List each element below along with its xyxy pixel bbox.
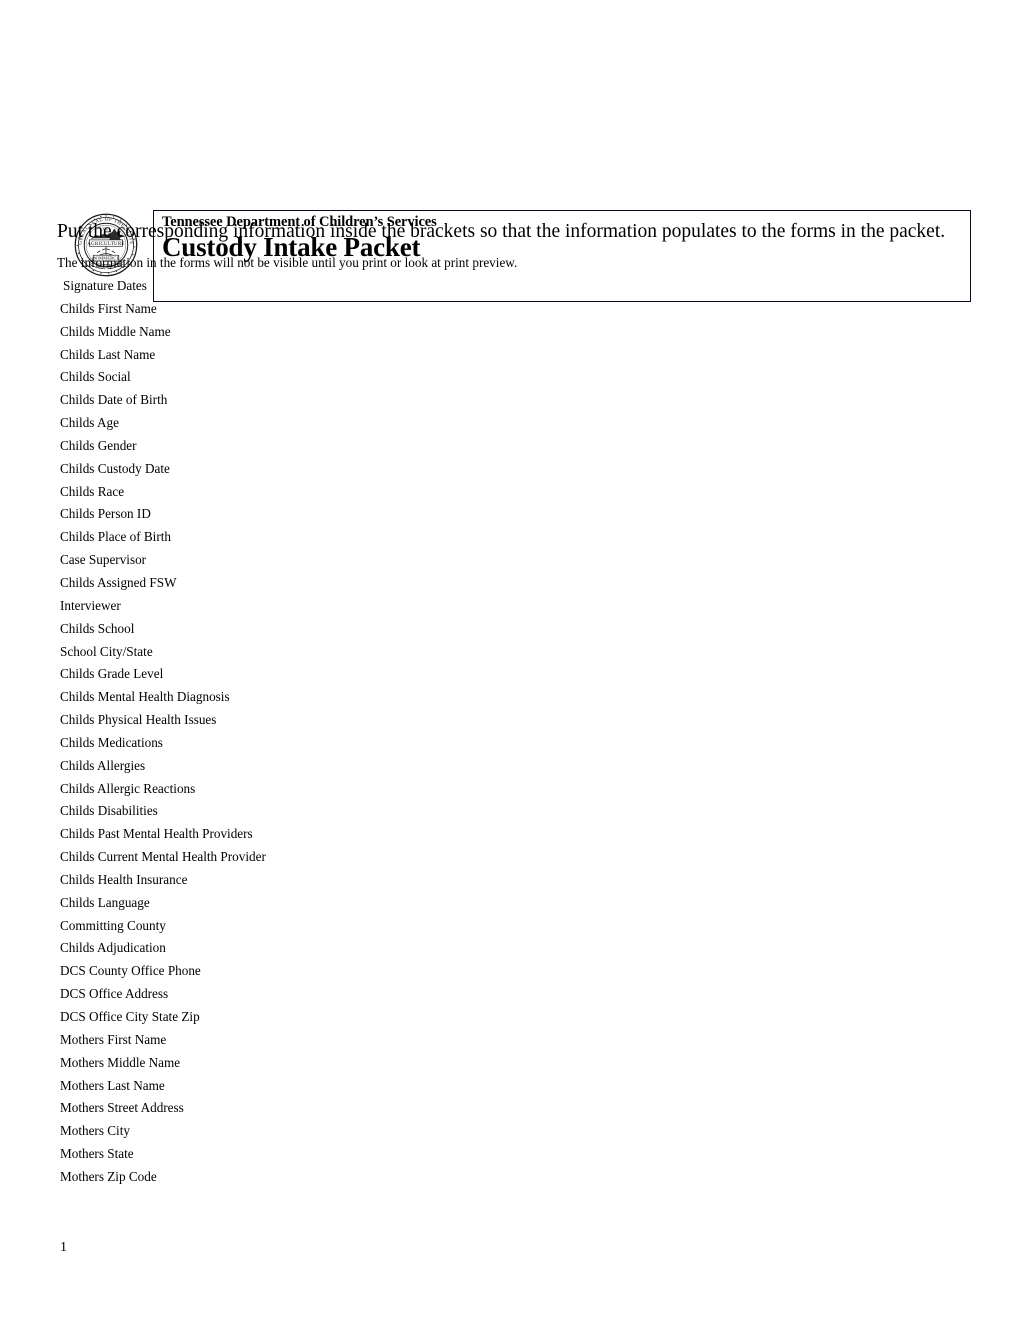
list-item: Childs Current Mental Health Provider xyxy=(60,849,266,865)
list-item: Childs Grade Level xyxy=(60,666,164,682)
list-item: Committing County xyxy=(60,917,166,933)
list-item: Childs Past Mental Health Providers xyxy=(60,826,253,842)
list-item: Mothers Last Name xyxy=(60,1077,165,1093)
instructions-main-text: Put the corresponding information inside… xyxy=(57,221,946,242)
list-item: Childs Physical Health Issues xyxy=(60,712,217,728)
list-item: Childs Mental Health Diagnosis xyxy=(60,689,230,705)
field-name-list: Signature Dates Childs First Name Childs M… xyxy=(60,275,660,1189)
list-item: Mothers Zip Code xyxy=(60,1168,157,1184)
page-number: 1 xyxy=(60,1240,67,1255)
list-item: Childs Adjudication xyxy=(60,940,166,956)
list-item: Childs Middle Name xyxy=(60,323,171,339)
list-item: Interviewer xyxy=(60,597,121,613)
list-item: School City/State xyxy=(60,643,153,659)
list-item: DCS Office City State Zip xyxy=(60,1009,200,1024)
list-item: Mothers First Name xyxy=(60,1031,167,1047)
instructions-note-inner: The information in the forms will not be… xyxy=(57,255,518,270)
list-item: Childs Gender xyxy=(60,437,137,453)
list-item: Childs Custody Date xyxy=(60,460,170,476)
list-item: Childs Language xyxy=(60,894,150,910)
document-header: GREAT SEAL OF THE STATE OF TENNESSEE XVI… xyxy=(0,105,1020,302)
list-item: Childs Race xyxy=(60,483,125,499)
list-item: Childs School xyxy=(60,620,135,636)
list-item: DCS County Office Phone xyxy=(60,963,201,979)
list-item: Childs Allergic Reactions xyxy=(60,780,196,796)
list-item: Childs Medications xyxy=(60,734,163,750)
list-item: Childs First Name xyxy=(60,300,157,316)
list-item: Childs Person ID xyxy=(60,506,151,522)
list-item: Childs Date of Birth xyxy=(60,392,168,408)
list-item: Childs Health Insurance xyxy=(60,871,188,887)
list-item: Case Supervisor xyxy=(60,552,147,568)
list-item: Childs Allergies xyxy=(60,757,146,773)
list-item: Childs Assigned FSW xyxy=(60,574,177,590)
list-item: Childs Place of Birth xyxy=(60,529,171,545)
document-page: GREAT SEAL OF THE STATE OF TENNESSEE XVI… xyxy=(0,0,1020,1320)
list-item: Mothers Street Address xyxy=(60,1100,184,1116)
list-item: Childs Last Name xyxy=(60,346,156,362)
list-item: DCS Office Address xyxy=(60,986,169,1002)
list-item: Signature Dates xyxy=(63,278,147,293)
instructions-paragraph: Put the corresponding information inside… xyxy=(57,217,957,277)
list-item: Mothers State xyxy=(60,1146,134,1162)
list-item: Mothers Middle Name xyxy=(60,1054,181,1070)
list-item: Childs Age xyxy=(60,415,119,431)
list-item: Childs Social xyxy=(60,369,131,385)
list-item: Childs Disabilities xyxy=(60,803,158,819)
list-item: Mothers City xyxy=(60,1123,130,1139)
